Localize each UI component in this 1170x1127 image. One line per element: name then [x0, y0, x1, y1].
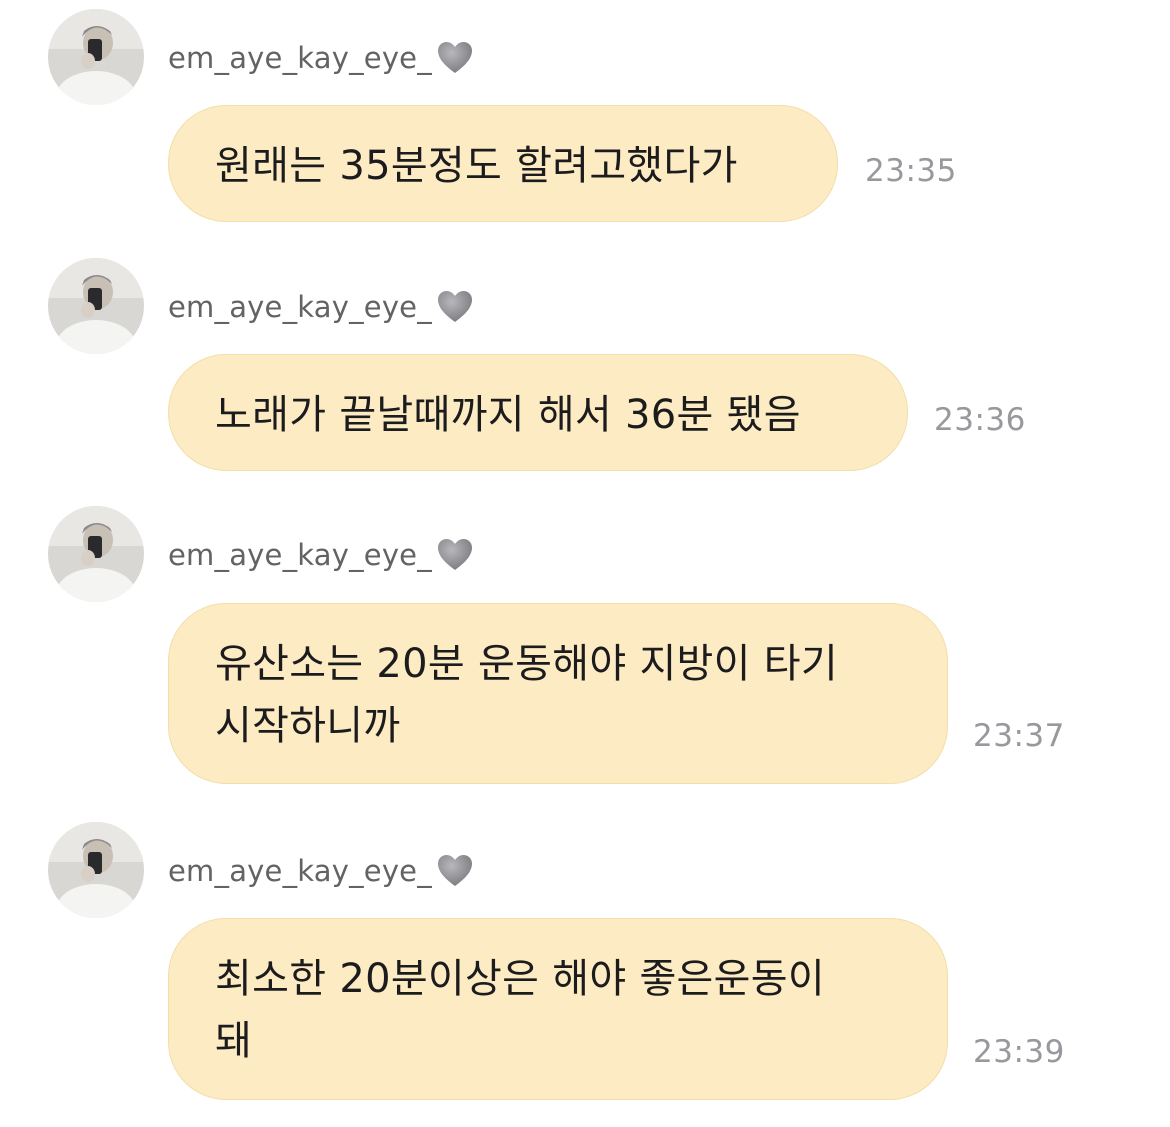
sender-row: em_aye_kay_eye_	[168, 850, 474, 892]
avatar[interactable]	[48, 9, 144, 105]
grey-heart-icon	[437, 539, 472, 570]
avatar[interactable]	[48, 258, 144, 354]
chat-thread: em_aye_kay_eye_ 원래는 35분정도 할려고했다가 23:35 e…	[0, 0, 1170, 1127]
sender-name[interactable]: em_aye_kay_eye_	[168, 854, 432, 888]
message-timestamp: 23:36	[934, 402, 1026, 438]
sender-name[interactable]: em_aye_kay_eye_	[168, 538, 432, 572]
grey-heart-icon	[437, 291, 472, 322]
sender-name[interactable]: em_aye_kay_eye_	[168, 41, 432, 75]
message-timestamp: 23:39	[973, 1034, 1065, 1070]
message-timestamp: 23:37	[973, 718, 1065, 754]
avatar[interactable]	[48, 506, 144, 602]
sender-row: em_aye_kay_eye_	[168, 534, 474, 576]
message-bubble[interactable]: 원래는 35분정도 할려고했다가	[168, 105, 838, 222]
sender-row: em_aye_kay_eye_	[168, 286, 474, 328]
message-bubble[interactable]: 노래가 끝날때까지 해서 36분 됐음	[168, 354, 908, 471]
message-bubble[interactable]: 최소한 20분이상은 해야 좋은운동이 돼	[168, 918, 948, 1100]
avatar[interactable]	[48, 822, 144, 918]
sender-name[interactable]: em_aye_kay_eye_	[168, 290, 432, 324]
message-text: 최소한 20분이상은 해야 좋은운동이 돼	[215, 956, 825, 1064]
message-timestamp: 23:35	[865, 153, 957, 189]
message-text: 유산소는 20분 운동해야 지방이 타기 시작하니까	[215, 641, 838, 749]
message-text: 노래가 끝날때까지 해서 36분 됐음	[215, 392, 801, 438]
sender-row: em_aye_kay_eye_	[168, 37, 474, 79]
grey-heart-icon	[437, 855, 472, 886]
message-bubble[interactable]: 유산소는 20분 운동해야 지방이 타기 시작하니까	[168, 603, 948, 784]
message-text: 원래는 35분정도 할려고했다가	[215, 143, 738, 189]
grey-heart-icon	[437, 42, 472, 73]
